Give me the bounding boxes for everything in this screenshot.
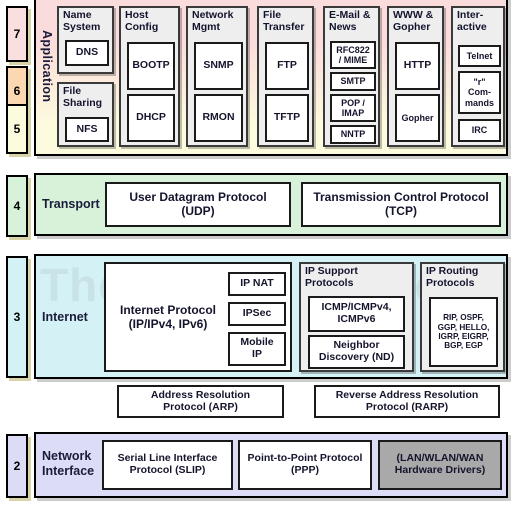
protocol-nfs: NFS — [65, 117, 109, 142]
protocol-mobile-ip: Mobile IP — [228, 332, 286, 366]
protocol-routing-list: RIP, OSPF, GGP, HELLO, IGRP, EIGRP, BGP,… — [429, 297, 498, 367]
group-ip-routing-protocols: IP Routing Protocols RIP, OSPF, GGP, HEL… — [420, 262, 505, 372]
protocol-hardware-drivers: (LAN/WLAN/WAN Hardware Drivers) — [378, 440, 502, 490]
layer-number-3: 3 — [6, 256, 28, 378]
layer-number-5: 5 — [6, 104, 28, 154]
group-title: Network Mgmt — [192, 9, 234, 33]
group-title: E-Mail & News — [329, 9, 371, 33]
protocol-internet-protocol-container: Internet Protocol (IP/IPv4, IPv6) IP NAT… — [104, 262, 292, 372]
protocol-ipsec: IPSec — [228, 302, 286, 326]
group-title: IP Support Protocols — [305, 265, 358, 289]
group-file-transfer: File Transfer FTP TFTP — [257, 6, 314, 147]
group-ip-support-protocols: IP Support Protocols ICMP/ICMPv4, ICMPv6… — [299, 262, 414, 372]
transport-layer-label: Transport — [42, 197, 100, 211]
group-file-sharing: File Sharing NFS — [57, 82, 114, 147]
internet-layer-label: Internet — [42, 310, 88, 324]
group-network-mgmt: Network Mgmt SNMP RMON — [186, 6, 248, 147]
network-interface-layer-label: Network Interface — [42, 449, 95, 478]
tcpip-protocol-stack-diagram: 7 6 5 4 3 2 Application Name System DNS … — [0, 0, 512, 508]
protocol-ftp: FTP — [265, 42, 309, 90]
protocol-ip-nat: IP NAT — [228, 272, 286, 296]
group-email-news: E-Mail & News RFC822 / MIME SMTP POP / I… — [323, 6, 380, 147]
group-www-gopher: WWW & Gopher HTTP Gopher — [387, 6, 444, 147]
group-host-config: Host Config BOOTP DHCP — [119, 6, 180, 147]
group-title: IP Routing Protocols — [426, 265, 479, 289]
group-title: File Transfer — [263, 9, 305, 33]
group-interactive: Inter- active Telnet "r" Com- mands IRC — [451, 6, 505, 147]
layer-number-2: 2 — [6, 434, 28, 498]
protocol-smtp: SMTP — [330, 72, 376, 91]
application-layer-label: Application — [40, 30, 54, 103]
protocol-icmp: ICMP/ICMPv4, ICMPv6 — [308, 296, 405, 332]
protocol-r-commands: "r" Com- mands — [458, 71, 501, 114]
protocol-rarp: Reverse Address Resolution Protocol (RAR… — [314, 385, 500, 418]
protocol-arp: Address Resolution Protocol (ARP) — [117, 385, 284, 418]
protocol-tftp: TFTP — [265, 94, 309, 142]
group-title: Host Config — [125, 9, 159, 33]
protocol-irc: IRC — [458, 119, 501, 142]
layer-number-7: 7 — [6, 6, 28, 62]
group-title: Inter- active — [457, 9, 487, 33]
protocol-tcp: Transmission Control Protocol (TCP) — [301, 182, 501, 227]
protocol-dns: DNS — [65, 40, 109, 66]
protocol-rfc822-mime: RFC822 / MIME — [330, 41, 376, 69]
protocol-slip: Serial Line Interface Protocol (SLIP) — [102, 440, 233, 490]
protocol-http: HTTP — [395, 42, 440, 90]
protocol-udp: User Datagram Protocol (UDP) — [105, 182, 291, 227]
protocol-ppp: Point-to-Point Protocol (PPP) — [238, 440, 372, 490]
protocol-pop-imap: POP / IMAP — [330, 94, 376, 122]
group-title: WWW & Gopher — [393, 9, 434, 33]
protocol-telnet: Telnet — [458, 45, 501, 67]
group-title: Name System — [63, 9, 101, 33]
protocol-internet-protocol-label: Internet Protocol (IP/IPv4, IPv6) — [119, 303, 216, 331]
protocol-bootp: BOOTP — [127, 42, 175, 90]
protocol-gopher: Gopher — [395, 94, 440, 142]
layer-number-4: 4 — [6, 175, 28, 237]
protocol-nntp: NNTP — [330, 125, 376, 144]
group-title: File Sharing — [63, 85, 103, 109]
group-name-system: Name System DNS — [57, 6, 114, 74]
protocol-snmp: SNMP — [194, 42, 243, 90]
protocol-rmon: RMON — [194, 94, 243, 142]
protocol-dhcp: DHCP — [127, 94, 175, 142]
protocol-neighbor-discovery: Neighbor Discovery (ND) — [308, 335, 405, 369]
